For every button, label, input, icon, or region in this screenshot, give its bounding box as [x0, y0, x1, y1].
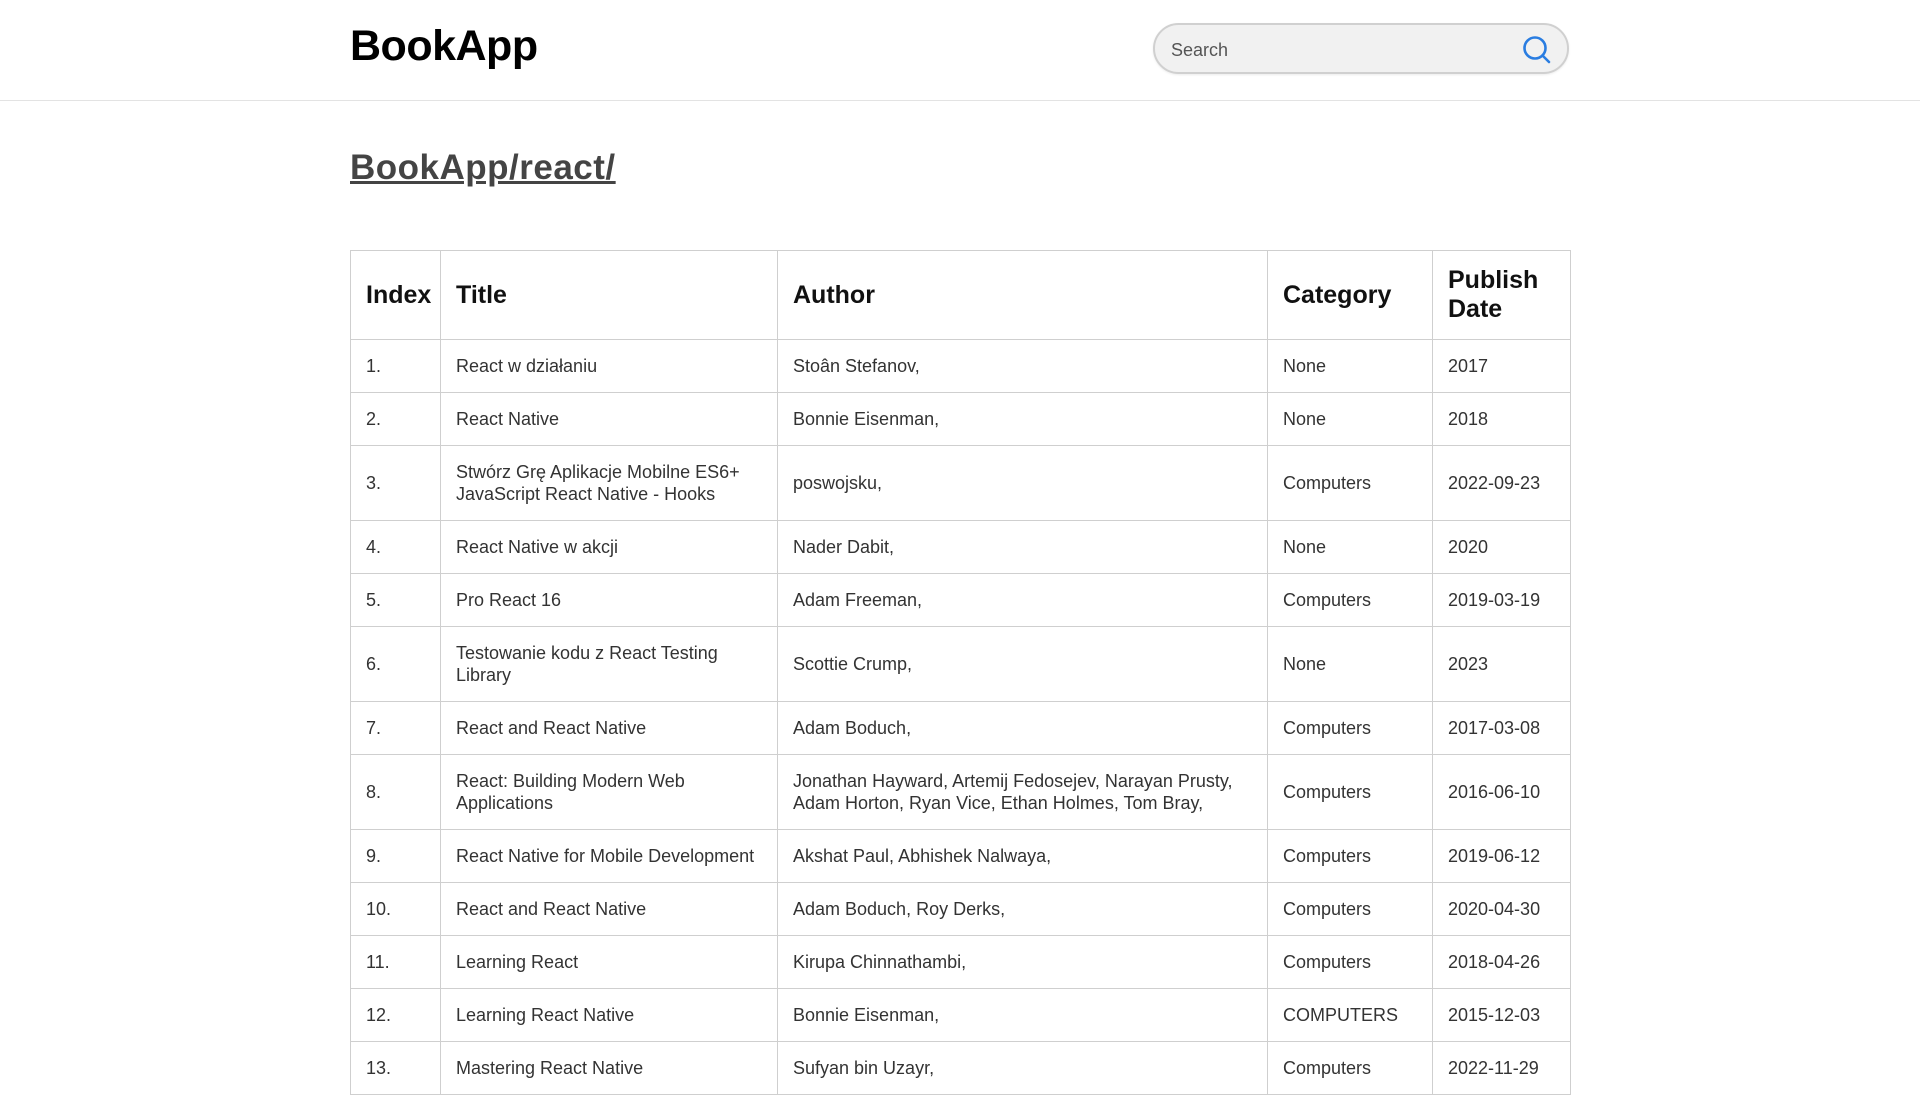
top-header: BookApp: [0, 0, 1920, 101]
cell-author: Jonathan Hayward, Artemij Fedosejev, Nar…: [777, 754, 1268, 830]
cell-publish-date: 2020-04-30: [1432, 882, 1571, 936]
cell-index: 7.: [350, 701, 441, 755]
cell-title: React and React Native: [440, 882, 778, 936]
cell-index: 5.: [350, 573, 441, 627]
table-row: 4. React Native w akcji Nader Dabit, Non…: [350, 520, 1571, 574]
cell-title: React Native: [440, 392, 778, 446]
cell-index: 12.: [350, 988, 441, 1042]
cell-category: None: [1267, 520, 1433, 574]
cell-category: None: [1267, 626, 1433, 702]
breadcrumb[interactable]: BookApp/react/: [350, 148, 616, 188]
cell-index: 10.: [350, 882, 441, 936]
cell-category: Computers: [1267, 829, 1433, 883]
books-table-container: Index Title Author Category Publish Date…: [350, 250, 1571, 1095]
cell-title: React w działaniu: [440, 339, 778, 393]
cell-publish-date: 2022-09-23: [1432, 445, 1571, 521]
cell-category: Computers: [1267, 935, 1433, 989]
cell-author: Scottie Crump,: [777, 626, 1268, 702]
cell-author: Kirupa Chinnathambi,: [777, 935, 1268, 989]
cell-title: Testowanie kodu z React Testing Library: [440, 626, 778, 702]
cell-publish-date: 2020: [1432, 520, 1571, 574]
cell-title: Mastering React Native: [440, 1041, 778, 1095]
cell-category: Computers: [1267, 573, 1433, 627]
cell-publish-date: 2018-04-26: [1432, 935, 1571, 989]
cell-index: 1.: [350, 339, 441, 393]
table-row: 11. Learning React Kirupa Chinnathambi, …: [350, 935, 1571, 989]
header-index: Index: [350, 250, 441, 340]
cell-publish-date: 2019-03-19: [1432, 573, 1571, 627]
search-input[interactable]: [1169, 34, 1503, 66]
search-icon[interactable]: [1521, 34, 1553, 66]
cell-publish-date: 2023: [1432, 626, 1571, 702]
cell-index: 9.: [350, 829, 441, 883]
cell-publish-date: 2015-12-03: [1432, 988, 1571, 1042]
table-row: 12. Learning React Native Bonnie Eisenma…: [350, 988, 1571, 1042]
header-category: Category: [1267, 250, 1433, 340]
cell-title: Learning React: [440, 935, 778, 989]
cell-category: Computers: [1267, 701, 1433, 755]
cell-author: Adam Freeman,: [777, 573, 1268, 627]
table-row: 6. Testowanie kodu z React Testing Libra…: [350, 626, 1571, 702]
cell-publish-date: 2017-03-08: [1432, 701, 1571, 755]
table-row: 7. React and React Native Adam Boduch, C…: [350, 701, 1571, 755]
cell-category: Computers: [1267, 754, 1433, 830]
cell-author: Adam Boduch, Roy Derks,: [777, 882, 1268, 936]
cell-publish-date: 2016-06-10: [1432, 754, 1571, 830]
cell-category: Computers: [1267, 1041, 1433, 1095]
cell-publish-date: 2022-11-29: [1432, 1041, 1571, 1095]
cell-author: Nader Dabit,: [777, 520, 1268, 574]
cell-title: React Native for Mobile Development: [440, 829, 778, 883]
cell-author: Akshat Paul, Abhishek Nalwaya,: [777, 829, 1268, 883]
cell-author: Adam Boduch,: [777, 701, 1268, 755]
cell-category: Computers: [1267, 882, 1433, 936]
cell-author: Sufyan bin Uzayr,: [777, 1041, 1268, 1095]
cell-publish-date: 2018: [1432, 392, 1571, 446]
cell-category: None: [1267, 339, 1433, 393]
cell-author: Bonnie Eisenman,: [777, 392, 1268, 446]
cell-title: Learning React Native: [440, 988, 778, 1042]
cell-category: None: [1267, 392, 1433, 446]
cell-index: 6.: [350, 626, 441, 702]
table-row: 5. Pro React 16 Adam Freeman, Computers …: [350, 573, 1571, 627]
header-title: Title: [440, 250, 778, 340]
cell-index: 3.: [350, 445, 441, 521]
cell-category: COMPUTERS: [1267, 988, 1433, 1042]
cell-title: React: Building Modern Web Applications: [440, 754, 778, 830]
app-logo[interactable]: BookApp: [350, 22, 538, 71]
books-table: Index Title Author Category Publish Date…: [350, 250, 1571, 1095]
cell-author: Stoân Stefanov,: [777, 339, 1268, 393]
table-header-row: Index Title Author Category Publish Date: [350, 250, 1571, 340]
cell-title: React and React Native: [440, 701, 778, 755]
header-author: Author: [777, 250, 1268, 340]
table-row: 8. React: Building Modern Web Applicatio…: [350, 754, 1571, 830]
cell-category: Computers: [1267, 445, 1433, 521]
cell-author: poswojsku,: [777, 445, 1268, 521]
table-row: 2. React Native Bonnie Eisenman, None 20…: [350, 392, 1571, 446]
cell-index: 2.: [350, 392, 441, 446]
cell-publish-date: 2019-06-12: [1432, 829, 1571, 883]
cell-index: 8.: [350, 754, 441, 830]
cell-index: 4.: [350, 520, 441, 574]
search-bar[interactable]: [1153, 23, 1569, 74]
table-row: 3. Stwórz Grę Aplikacje Mobilne ES6+ Jav…: [350, 445, 1571, 521]
header-publish-date: Publish Date: [1432, 250, 1571, 340]
cell-index: 11.: [350, 935, 441, 989]
cell-title: Pro React 16: [440, 573, 778, 627]
table-row: 9. React Native for Mobile Development A…: [350, 829, 1571, 883]
cell-title: Stwórz Grę Aplikacje Mobilne ES6+ JavaSc…: [440, 445, 778, 521]
cell-index: 13.: [350, 1041, 441, 1095]
cell-publish-date: 2017: [1432, 339, 1571, 393]
table-row: 1. React w działaniu Stoân Stefanov, Non…: [350, 339, 1571, 393]
cell-author: Bonnie Eisenman,: [777, 988, 1268, 1042]
table-row: 10. React and React Native Adam Boduch, …: [350, 882, 1571, 936]
cell-title: React Native w akcji: [440, 520, 778, 574]
table-row: 13. Mastering React Native Sufyan bin Uz…: [350, 1041, 1571, 1095]
